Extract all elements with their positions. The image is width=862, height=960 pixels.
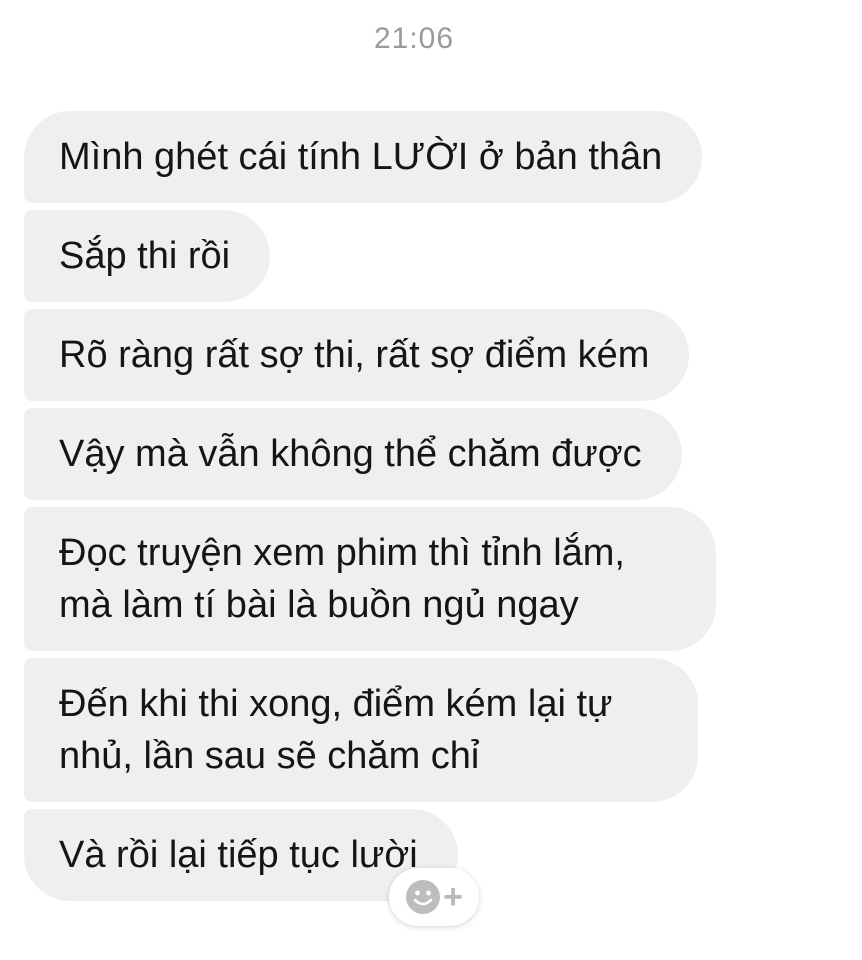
- message-bubble-4[interactable]: Vậy mà vẫn không thể chăm được: [24, 408, 682, 500]
- message-bubble-5[interactable]: Đọc truyện xem phim thì tỉnh lắm, mà làm…: [24, 507, 716, 651]
- message-thread: Mình ghét cái tính LƯỜI ở bản thân Sắp t…: [24, 111, 764, 908]
- message-bubble-2[interactable]: Sắp thi rồi: [24, 210, 271, 302]
- message-bubble-6[interactable]: Đến khi thi xong, điểm kém lại tự nhủ, l…: [24, 658, 698, 802]
- message-bubble-1[interactable]: Mình ghét cái tính LƯỜI ở bản thân: [24, 111, 703, 203]
- add-reaction-button[interactable]: +: [389, 868, 479, 926]
- message-timestamp: 21:06: [373, 22, 455, 55]
- plus-icon: +: [443, 878, 463, 916]
- message-bubble-3[interactable]: Rõ ràng rất sợ thi, rất sợ điểm kém: [24, 309, 690, 401]
- smiley-icon: [406, 880, 441, 914]
